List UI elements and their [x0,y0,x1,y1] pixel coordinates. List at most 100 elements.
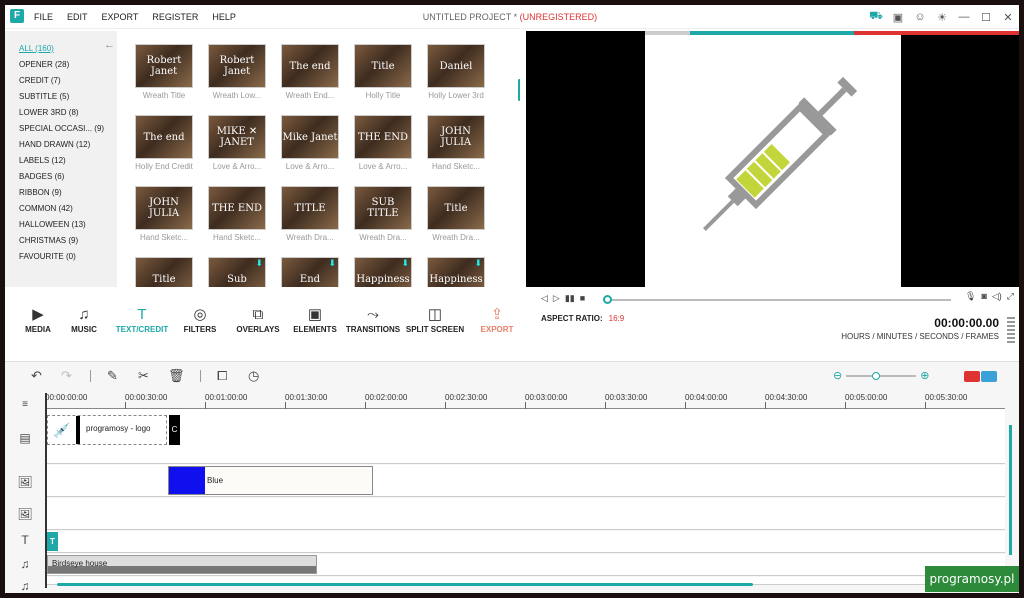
template-tile[interactable]: Happiness ⬇ [425,257,487,287]
menu-help[interactable]: HELP [212,5,236,29]
export-button[interactable]: ⇪ EXPORT [467,305,527,334]
template-tile[interactable]: Robert Janet Wreath Low... [206,44,268,110]
menu-export[interactable]: EXPORT [102,5,139,29]
category-item[interactable]: HAND DRAWN (12) [19,140,109,149]
tab-filters[interactable]: ◎ FILTERS [170,305,230,334]
snapshot-icon[interactable]: ◙ [981,291,986,302]
template-tile[interactable]: Happiness ⬇ [352,257,414,287]
timeline-vertical-scrollbar[interactable] [1009,425,1012,555]
tab-text-credit[interactable]: T TEXT/CREDIT [112,305,172,334]
template-tile[interactable]: JOHN JULIA Hand Sketc... [425,115,487,181]
edit-pencil-icon[interactable]: ✎ [107,368,118,384]
video-clip-short[interactable]: C [169,415,180,445]
timeline-horizontal-scrollbar[interactable] [57,583,753,586]
zoom-slider-knob[interactable] [872,371,881,380]
category-item[interactable]: COMMON (42) [19,204,109,213]
tab-transitions[interactable]: ⤳ TRANSITIONS [343,305,403,334]
download-icon[interactable]: ⬇ [401,259,409,269]
template-tile[interactable]: End ⬇ [279,257,341,287]
audio-clip[interactable]: Birdseye house [47,555,317,574]
duration-clock-icon[interactable]: ◷ [248,368,259,384]
save-icon[interactable]: ▣ [887,11,909,24]
category-item[interactable]: ALL (160) [19,44,109,53]
template-tile[interactable]: Title Holly Title [352,44,414,110]
time-ruler[interactable]: 00:00:00:00 00:00:30:00 00:01:00:00 00:0… [45,393,1005,409]
text-track-icon: T [21,533,29,547]
library-scrollbar[interactable] [518,79,520,101]
category-item[interactable]: LOWER 3RD (8) [19,108,109,117]
template-tile[interactable]: Mike Janet Love & Arro... [279,115,341,181]
aspect-value[interactable]: 16:9 [609,314,625,323]
download-icon[interactable]: ⬇ [328,259,336,269]
undo-icon[interactable]: ↶ [31,368,42,384]
template-tile[interactable]: MIKE ✕ JANET Love & Arro... [206,115,268,181]
playback-progress-track[interactable] [606,299,951,301]
volume-icon[interactable]: ◁) [992,291,1002,302]
tab-music[interactable]: ♫ MUSIC [54,305,114,334]
text-clip[interactable]: T [47,532,58,551]
play-icon[interactable]: ▷ [553,293,560,304]
category-item[interactable]: CHRISTMAS (9) [19,236,109,245]
menu-file[interactable]: FILE [34,5,53,29]
video-track[interactable]: 💉 programosy - logo C [45,409,1005,464]
download-icon[interactable]: ⬇ [255,259,263,269]
pip-clip[interactable]: Blue [168,466,373,495]
download-icon[interactable]: ⬇ [474,259,482,269]
template-tile[interactable]: THE END Love & Arro... [352,115,414,181]
template-tile[interactable]: The end Wreath End... [279,44,341,110]
account-icon[interactable]: ☺ [909,11,931,23]
category-item[interactable]: HALLOWEEN (13) [19,220,109,229]
cut-icon[interactable]: ✂ [138,368,149,384]
category-item[interactable]: SUBTITLE (5) [19,92,109,101]
pause-icon[interactable]: ▮▮ [565,293,575,304]
maximize-icon[interactable]: ☐ [975,11,997,24]
track-manager-button[interactable] [981,371,997,382]
template-tile[interactable]: TITLE Wreath Dra... [279,186,341,252]
microphone-icon[interactable]: 🎙 [965,291,976,302]
zoom-slider[interactable] [846,371,917,380]
zoom-in-icon[interactable]: ⊕ [920,369,929,382]
resize-grip[interactable] [1007,317,1015,343]
text-track[interactable]: T [45,531,1005,553]
playback-scrubber[interactable] [603,295,612,304]
fullscreen-icon[interactable]: ⤢ [1007,291,1014,302]
template-tile[interactable]: The end Holly End Credit [133,115,195,181]
audio-track[interactable]: Birdseye house [45,554,1005,576]
template-tile[interactable]: JOHN JULIA Hand Sketc... [133,186,195,252]
template-tile[interactable]: Daniel Holly Lower 3rd [425,44,487,110]
template-tile[interactable]: THE END Hand Sketc... [206,186,268,252]
category-item[interactable]: CREDIT (7) [19,76,109,85]
category-item[interactable]: SPECIAL OCCASI... (9) [19,124,109,133]
cart-icon[interactable]: ⛟ [865,10,887,24]
category-item[interactable]: OPENER (28) [19,60,109,69]
template-tile[interactable]: Title Wreath Dra... [425,186,487,252]
pip-track[interactable] [45,498,1005,530]
menu-edit[interactable]: EDIT [67,5,88,29]
brightness-icon[interactable]: ☀ [931,11,953,24]
tab-split-screen[interactable]: ◫ SPLIT SCREEN [405,305,465,334]
track-list-icon[interactable]: ≡ [5,399,45,410]
template-tile[interactable]: Robert Janet Wreath Title [133,44,195,110]
crop-edit-icon[interactable]: ⧠ [217,368,227,384]
template-tile[interactable]: SUB TITLE Wreath Dra... [352,186,414,252]
video-clip[interactable]: 💉 programosy - logo [47,415,167,445]
delete-icon[interactable]: 🗑 [168,368,185,384]
minimize-icon[interactable]: — [953,11,975,23]
record-voiceover-button[interactable] [964,371,980,382]
zoom-out-icon[interactable]: ⊖ [833,369,842,382]
pip-track[interactable]: Blue [45,465,1005,497]
tab-overlays[interactable]: ⧉ OVERLAYS [228,305,288,334]
tab-elements[interactable]: ▣ ELEMENTS [285,305,345,334]
template-tile[interactable]: Title [133,257,195,287]
category-item[interactable]: LABELS (12) [19,156,109,165]
menu-register[interactable]: REGISTER [152,5,198,29]
playhead[interactable] [45,393,47,588]
category-item[interactable]: FAVOURITE (0) [19,252,109,261]
template-tile[interactable]: Sub ⬇ [206,257,268,287]
step-back-icon[interactable]: ◁ [541,293,548,304]
category-item[interactable]: RIBBON (9) [19,188,109,197]
template-thumbnail: Robert Janet [135,44,193,88]
stop-icon[interactable]: ■ [580,293,585,304]
category-item[interactable]: BADGES (6) [19,172,109,181]
close-icon[interactable]: ✕ [997,11,1019,24]
